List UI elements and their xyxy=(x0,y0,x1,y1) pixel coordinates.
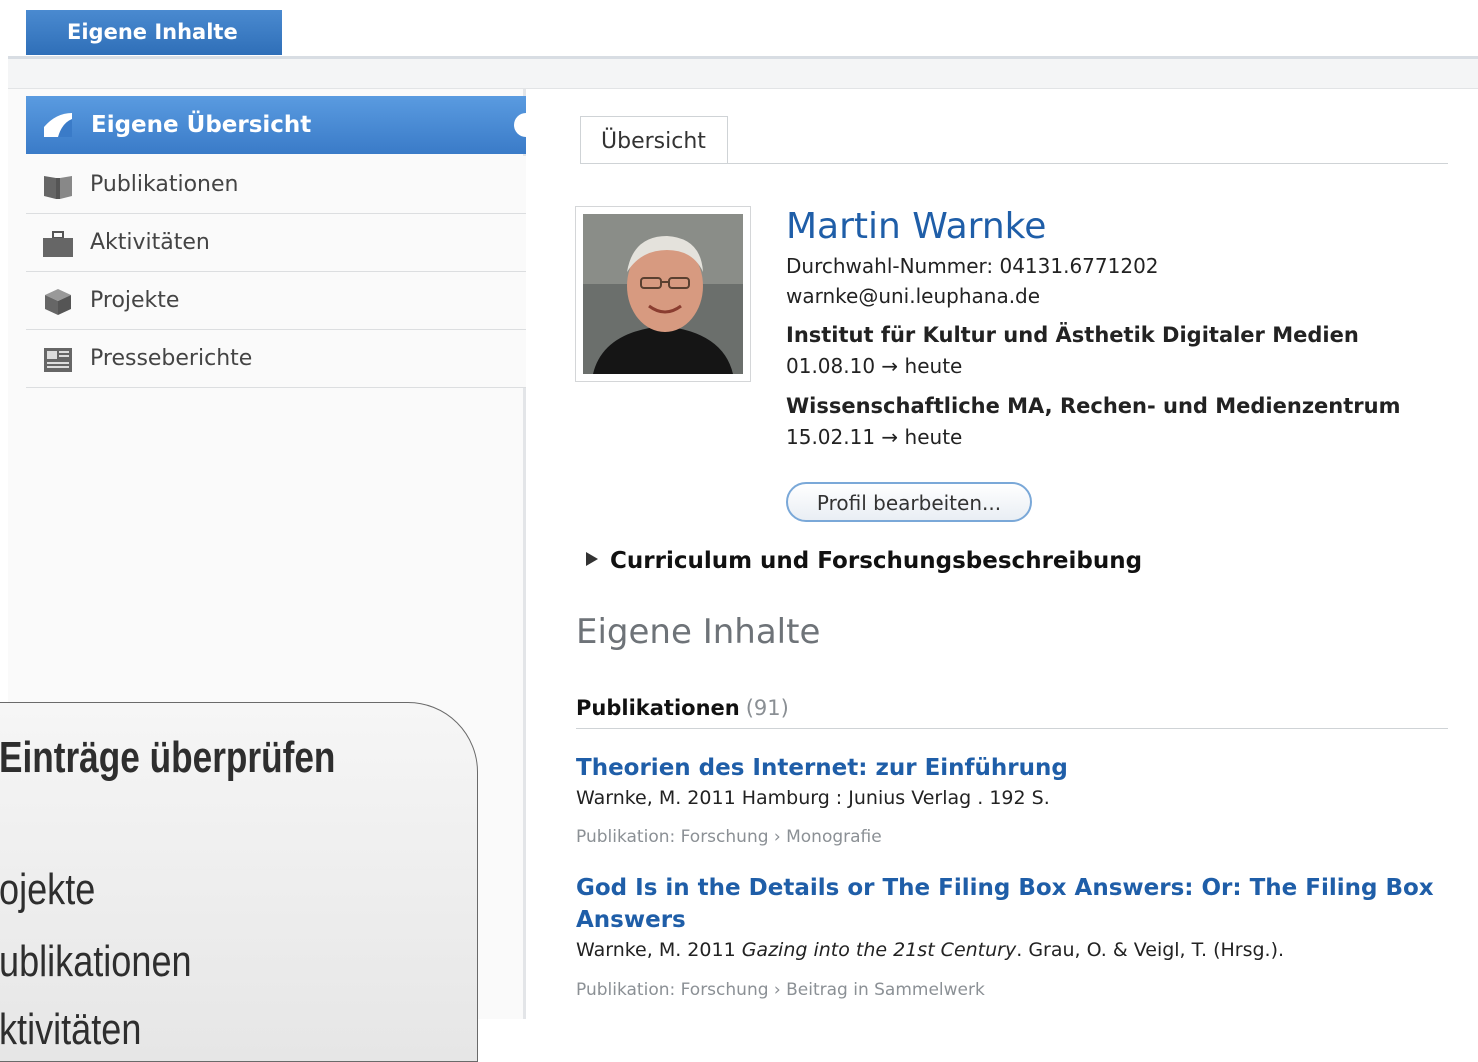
section-title: Eigene Inhalte xyxy=(576,612,821,652)
sidebar-item-presseberichte[interactable]: Presseberichte xyxy=(26,330,526,388)
publications-divider xyxy=(576,728,1448,729)
publication-title[interactable]: God Is in the Details or The Filing Box … xyxy=(576,872,1436,936)
sidebar-item-projekte[interactable]: Projekte xyxy=(26,272,526,330)
publications-count: (91) xyxy=(745,696,789,720)
publication-meta: Warnke, M. 2011 Hamburg : Junius Verlag … xyxy=(576,787,1050,809)
affiliation-org[interactable]: Institut für Kultur und Ästhetik Digital… xyxy=(786,323,1359,347)
profile-name[interactable]: Martin Warnke xyxy=(786,206,1046,247)
sidebar-item-label: Presseberichte xyxy=(90,346,253,371)
sidebar-item-aktivitaeten[interactable]: Aktivitäten xyxy=(26,214,526,272)
curriculum-toggle[interactable]: Curriculum und Forschungsbeschreibung xyxy=(586,548,1142,574)
publication-meta: Warnke, M. 2011 Gazing into the 21st Cen… xyxy=(576,939,1284,961)
profile-phone: Durchwahl-Nummer: 04131.6771202 xyxy=(786,254,1159,278)
publications-heading: Publikationen (91) xyxy=(576,696,789,720)
sidebar-item-label: Eigene Übersicht xyxy=(91,112,312,138)
sidebar-item-label: Publikationen xyxy=(90,172,239,197)
sidebar-item-publikationen[interactable]: Publikationen xyxy=(26,156,526,214)
disclosure-triangle-icon xyxy=(586,552,598,566)
meta-book-title: Gazing into the 21st Century xyxy=(741,939,1017,961)
meta-prefix: Warnke, M. 2011 xyxy=(576,939,742,961)
curriculum-label: Curriculum und Forschungsbeschreibung xyxy=(610,548,1143,574)
portrait-image xyxy=(583,214,743,374)
active-indicator xyxy=(514,113,538,137)
edit-profile-button[interactable]: Profil bearbeiten... xyxy=(786,482,1032,522)
review-entries-panel: Einträge überprüfen ojekte ublikationen … xyxy=(0,702,478,1062)
profile-email[interactable]: warnke@uni.leuphana.de xyxy=(786,284,1040,308)
newspaper-icon xyxy=(44,348,72,372)
publication-title[interactable]: Theorien des Internet: zur Einführung xyxy=(576,752,1436,784)
publications-label: Publikationen xyxy=(576,696,740,720)
panel-item-publikationen[interactable]: ublikationen xyxy=(0,937,192,987)
cube-icon xyxy=(45,289,71,315)
header-band xyxy=(8,59,1478,89)
sidebar-item-label: Projekte xyxy=(90,288,180,313)
tab-uebersicht[interactable]: Übersicht xyxy=(580,116,728,164)
profile-photo xyxy=(575,206,751,382)
sidebar-item-label: Aktivitäten xyxy=(90,230,210,255)
affiliation-org[interactable]: Wissenschaftliche MA, Rechen- und Medien… xyxy=(786,394,1400,418)
briefcase-icon xyxy=(43,231,73,257)
publication-category[interactable]: Publikation: Forschung › Beitrag in Samm… xyxy=(576,980,985,1000)
panel-item-aktivitaeten[interactable]: ktivitäten xyxy=(0,1005,141,1055)
overview-icon xyxy=(44,113,72,137)
meta-suffix: . Grau, O. & Veigl, T. (Hrsg.). xyxy=(1016,939,1285,961)
sidebar-item-eigene-uebersicht[interactable]: Eigene Übersicht xyxy=(26,96,538,154)
publication-category[interactable]: Publikation: Forschung › Monografie xyxy=(576,827,882,847)
panel-item-projekte[interactable]: ojekte xyxy=(0,865,95,915)
book-icon xyxy=(44,176,72,199)
tab-divider xyxy=(580,163,1448,164)
tab-eigene-inhalte[interactable]: Eigene Inhalte xyxy=(26,10,282,55)
affiliation-period: 15.02.11 → heute xyxy=(786,425,963,449)
affiliation-period: 01.08.10 → heute xyxy=(786,354,963,378)
panel-title: Einträge überprüfen xyxy=(0,733,336,782)
